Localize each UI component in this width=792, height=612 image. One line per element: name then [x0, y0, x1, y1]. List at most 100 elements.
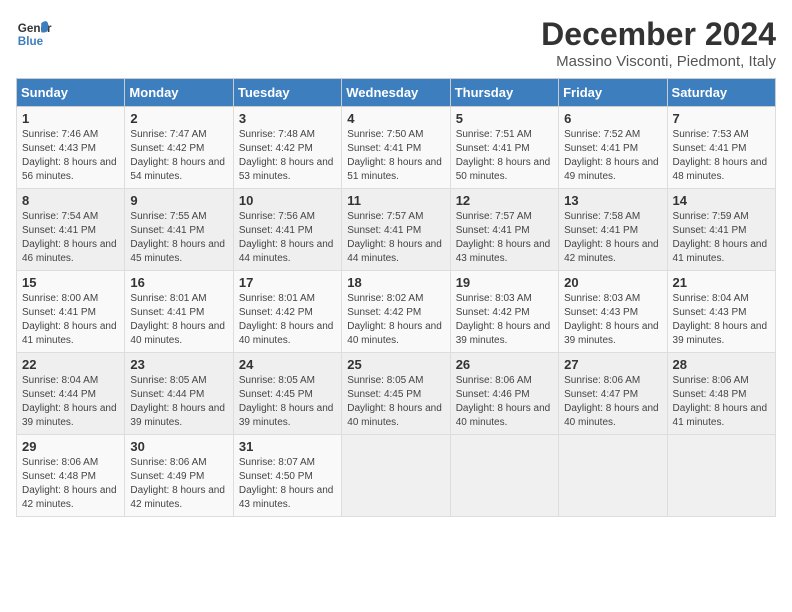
day-info: Sunrise: 8:02 AMSunset: 4:42 PMDaylight:… — [347, 293, 442, 346]
day-number: 7 — [673, 111, 770, 126]
day-number: 2 — [130, 111, 227, 126]
day-number: 28 — [673, 357, 770, 372]
calendar-cell: 5 Sunrise: 7:51 AMSunset: 4:41 PMDaylight… — [450, 107, 558, 189]
day-info: Sunrise: 7:57 AMSunset: 4:41 PMDaylight:… — [456, 211, 551, 264]
calendar-cell — [342, 435, 450, 517]
day-info: Sunrise: 7:54 AMSunset: 4:41 PMDaylight:… — [22, 211, 117, 264]
day-number: 24 — [239, 357, 336, 372]
calendar-cell: 12 Sunrise: 7:57 AMSunset: 4:41 PMDayligh… — [450, 189, 558, 271]
calendar-cell — [667, 435, 775, 517]
day-info: Sunrise: 7:52 AMSunset: 4:41 PMDaylight:… — [564, 129, 659, 182]
weekday-wednesday: Wednesday — [342, 79, 450, 107]
calendar-cell: 16 Sunrise: 8:01 AMSunset: 4:41 PMDayligh… — [125, 271, 233, 353]
calendar-cell: 3 Sunrise: 7:48 AMSunset: 4:42 PMDaylight… — [233, 107, 341, 189]
calendar-cell: 29 Sunrise: 8:06 AMSunset: 4:48 PMDayligh… — [17, 435, 125, 517]
weekday-sunday: Sunday — [17, 79, 125, 107]
day-info: Sunrise: 7:51 AMSunset: 4:41 PMDaylight:… — [456, 129, 551, 182]
day-info: Sunrise: 8:03 AMSunset: 4:42 PMDaylight:… — [456, 293, 551, 346]
day-info: Sunrise: 7:56 AMSunset: 4:41 PMDaylight:… — [239, 211, 334, 264]
day-info: Sunrise: 8:00 AMSunset: 4:41 PMDaylight:… — [22, 293, 117, 346]
day-number: 5 — [456, 111, 553, 126]
calendar-cell: 30Sunrise: 8:06 AMSunset: 4:49 PMDayligh… — [125, 435, 233, 517]
day-number: 29 — [22, 439, 119, 454]
calendar-cell: 10 Sunrise: 7:56 AMSunset: 4:41 PMDayligh… — [233, 189, 341, 271]
calendar-week-4: 22Sunrise: 8:04 AMSunset: 4:44 PMDayligh… — [17, 353, 776, 435]
day-number: 26 — [456, 357, 553, 372]
day-info: Sunrise: 8:07 AMSunset: 4:50 PMDaylight:… — [239, 457, 334, 510]
calendar-cell — [559, 435, 667, 517]
calendar-cell: 28 Sunrise: 8:06 AMSunset: 4:48 PMDayligh… — [667, 353, 775, 435]
day-info: Sunrise: 7:48 AMSunset: 4:42 PMDaylight:… — [239, 129, 334, 182]
day-info: Sunrise: 8:04 AMSunset: 4:43 PMDaylight:… — [673, 293, 768, 346]
calendar-cell: 21 Sunrise: 8:04 AMSunset: 4:43 PMDayligh… — [667, 271, 775, 353]
day-number: 27 — [564, 357, 661, 372]
header: General Blue December 2024 Massino Visco… — [16, 16, 776, 70]
calendar-cell: 1Sunrise: 7:46 AMSunset: 4:43 PMDaylight… — [17, 107, 125, 189]
day-number: 10 — [239, 193, 336, 208]
weekday-thursday: Thursday — [450, 79, 558, 107]
calendar-cell: 26 Sunrise: 8:06 AMSunset: 4:46 PMDayligh… — [450, 353, 558, 435]
day-number: 3 — [239, 111, 336, 126]
calendar-cell: 7Sunrise: 7:53 AMSunset: 4:41 PMDaylight… — [667, 107, 775, 189]
calendar-cell: 23 Sunrise: 8:05 AMSunset: 4:44 PMDayligh… — [125, 353, 233, 435]
day-info: Sunrise: 8:01 AMSunset: 4:41 PMDaylight:… — [130, 293, 225, 346]
day-number: 25 — [347, 357, 444, 372]
day-info: Sunrise: 8:06 AMSunset: 4:48 PMDaylight:… — [22, 457, 117, 510]
day-info: Sunrise: 7:50 AMSunset: 4:41 PMDaylight:… — [347, 129, 442, 182]
calendar-cell: 14 Sunrise: 7:59 AMSunset: 4:41 PMDayligh… — [667, 189, 775, 271]
day-info: Sunrise: 7:58 AMSunset: 4:41 PMDaylight:… — [564, 211, 659, 264]
calendar-cell: 8 Sunrise: 7:54 AMSunset: 4:41 PMDaylight… — [17, 189, 125, 271]
calendar-cell: 22Sunrise: 8:04 AMSunset: 4:44 PMDayligh… — [17, 353, 125, 435]
day-number: 20 — [564, 275, 661, 290]
calendar-week-3: 15Sunrise: 8:00 AMSunset: 4:41 PMDayligh… — [17, 271, 776, 353]
day-number: 14 — [673, 193, 770, 208]
day-number: 6 — [564, 111, 661, 126]
calendar-cell: 15Sunrise: 8:00 AMSunset: 4:41 PMDayligh… — [17, 271, 125, 353]
calendar-cell: 4 Sunrise: 7:50 AMSunset: 4:41 PMDaylight… — [342, 107, 450, 189]
calendar-cell: 18 Sunrise: 8:02 AMSunset: 4:42 PMDayligh… — [342, 271, 450, 353]
calendar-cell: 17Sunrise: 8:01 AMSunset: 4:42 PMDayligh… — [233, 271, 341, 353]
calendar-cell: 11Sunrise: 7:57 AMSunset: 4:41 PMDayligh… — [342, 189, 450, 271]
day-info: Sunrise: 8:05 AMSunset: 4:44 PMDaylight:… — [130, 375, 225, 428]
day-info: Sunrise: 7:55 AMSunset: 4:41 PMDaylight:… — [130, 211, 225, 264]
day-info: Sunrise: 8:06 AMSunset: 4:46 PMDaylight:… — [456, 375, 551, 428]
day-number: 21 — [673, 275, 770, 290]
calendar-table: SundayMondayTuesdayWednesdayThursdayFrid… — [16, 78, 776, 517]
day-info: Sunrise: 7:47 AMSunset: 4:42 PMDaylight:… — [130, 129, 225, 182]
calendar-cell: 19 Sunrise: 8:03 AMSunset: 4:42 PMDayligh… — [450, 271, 558, 353]
day-number: 4 — [347, 111, 444, 126]
weekday-header-row: SundayMondayTuesdayWednesdayThursdayFrid… — [17, 79, 776, 107]
day-info: Sunrise: 8:03 AMSunset: 4:43 PMDaylight:… — [564, 293, 659, 346]
day-number: 19 — [456, 275, 553, 290]
day-number: 8 — [22, 193, 119, 208]
day-number: 12 — [456, 193, 553, 208]
logo-icon: General Blue — [16, 16, 52, 52]
weekday-friday: Friday — [559, 79, 667, 107]
calendar-cell: 24 Sunrise: 8:05 AMSunset: 4:45 PMDayligh… — [233, 353, 341, 435]
calendar-week-1: 1Sunrise: 7:46 AMSunset: 4:43 PMDaylight… — [17, 107, 776, 189]
day-info: Sunrise: 8:06 AMSunset: 4:47 PMDaylight:… — [564, 375, 659, 428]
calendar-cell — [450, 435, 558, 517]
day-number: 17 — [239, 275, 336, 290]
weekday-saturday: Saturday — [667, 79, 775, 107]
calendar-cell: 31Sunrise: 8:07 AMSunset: 4:50 PMDayligh… — [233, 435, 341, 517]
calendar-week-2: 8 Sunrise: 7:54 AMSunset: 4:41 PMDaylight… — [17, 189, 776, 271]
day-info: Sunrise: 8:05 AMSunset: 4:45 PMDaylight:… — [347, 375, 442, 428]
day-info: Sunrise: 7:59 AMSunset: 4:41 PMDaylight:… — [673, 211, 768, 264]
calendar-cell: 20 Sunrise: 8:03 AMSunset: 4:43 PMDayligh… — [559, 271, 667, 353]
day-number: 30 — [130, 439, 227, 454]
day-number: 18 — [347, 275, 444, 290]
day-info: Sunrise: 7:46 AMSunset: 4:43 PMDaylight:… — [22, 129, 117, 182]
calendar-cell: 2 Sunrise: 7:47 AMSunset: 4:42 PMDaylight… — [125, 107, 233, 189]
day-number: 13 — [564, 193, 661, 208]
location-subtitle: Massino Visconti, Piedmont, Italy — [541, 53, 776, 70]
day-info: Sunrise: 8:05 AMSunset: 4:45 PMDaylight:… — [239, 375, 334, 428]
day-number: 16 — [130, 275, 227, 290]
weekday-monday: Monday — [125, 79, 233, 107]
day-number: 23 — [130, 357, 227, 372]
calendar-cell: 9Sunrise: 7:55 AMSunset: 4:41 PMDaylight… — [125, 189, 233, 271]
day-info: Sunrise: 8:06 AMSunset: 4:48 PMDaylight:… — [673, 375, 768, 428]
title-block: December 2024 Massino Visconti, Piedmont… — [541, 16, 776, 70]
calendar-cell: 6 Sunrise: 7:52 AMSunset: 4:41 PMDaylight… — [559, 107, 667, 189]
calendar-cell: 25 Sunrise: 8:05 AMSunset: 4:45 PMDayligh… — [342, 353, 450, 435]
